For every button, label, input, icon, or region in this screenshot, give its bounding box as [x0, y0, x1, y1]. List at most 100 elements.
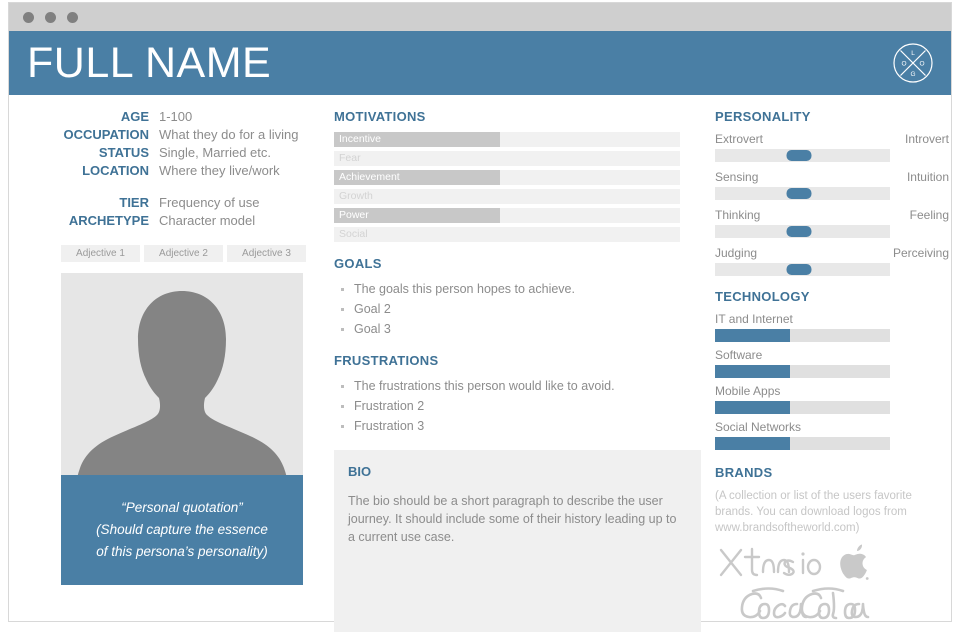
frustrations-list: The frustrations this person would like …: [334, 376, 694, 436]
personality-poles: Sensing Intuition: [715, 170, 949, 184]
attribute-value: What they do for a living: [159, 127, 299, 142]
motivation-label: Achievement: [339, 171, 400, 183]
pole-left-label: Sensing: [715, 170, 759, 184]
persona-name[interactable]: FULL NAME: [27, 41, 271, 85]
adjective-tag[interactable]: Adjective 3: [227, 245, 306, 262]
motivation-bar-incentive[interactable]: Incentive: [334, 132, 680, 147]
slider-track[interactable]: [715, 187, 890, 200]
right-column: PERSONALITY Extrovert Introvert Sensing …: [694, 109, 949, 632]
close-dot[interactable]: [23, 11, 34, 23]
technology-track[interactable]: [715, 329, 890, 342]
motivation-bar-fear[interactable]: Fear: [334, 151, 680, 166]
attribute-label: LOCATION: [82, 163, 149, 178]
quote-line-2: (Should capture the essence: [96, 522, 268, 537]
list-item[interactable]: Goal 2: [334, 299, 694, 319]
goals-section: GOALS The goals this person hopes to ach…: [334, 256, 694, 339]
attribute-label: AGE: [120, 109, 149, 124]
attribute-row-tier[interactable]: TIER Frequency of use: [61, 195, 309, 210]
technology-fill: [715, 437, 791, 450]
frustrations-section: FRUSTRATIONS The frustrations this perso…: [334, 353, 694, 436]
personality-heading: PERSONALITY: [715, 109, 811, 124]
apple-logo-icon: [840, 544, 869, 580]
motivation-label: Social: [339, 228, 368, 240]
personality-section: PERSONALITY Extrovert Introvert Sensing …: [715, 109, 949, 276]
attribute-label: STATUS: [98, 145, 149, 160]
personality-slider-sensing-intuition: Sensing Intuition: [715, 170, 949, 200]
frustrations-heading: FRUSTRATIONS: [334, 353, 439, 368]
personality-slider-thinking-feeling: Thinking Feeling: [715, 208, 949, 238]
attribute-label: OCCUPATION: [63, 127, 149, 142]
list-item[interactable]: Frustration 3: [334, 416, 694, 436]
bio-section[interactable]: BIO The bio should be a short paragraph …: [334, 450, 701, 632]
technology-section: TECHNOLOGY IT and Internet Software Mobi…: [715, 289, 949, 450]
list-item[interactable]: The goals this person hopes to achieve.: [334, 279, 694, 299]
attribute-label: TIER: [119, 195, 149, 210]
logo-placeholder-icon[interactable]: L O O G: [891, 41, 935, 85]
svg-text:O: O: [919, 61, 924, 68]
person-silhouette-icon: [73, 291, 291, 506]
personality-slider-extrovert-introvert: Extrovert Introvert: [715, 132, 949, 162]
attribute-value: Frequency of use: [159, 195, 260, 210]
brand-logo-row: [715, 584, 949, 631]
technology-label: Social Networks: [715, 420, 802, 434]
bio-heading: BIO: [348, 464, 372, 479]
brands-note: (A collection or list of the users favor…: [715, 490, 912, 534]
personality-slider-judging-perceiving: Judging Perceiving: [715, 246, 949, 276]
maximize-dot[interactable]: [67, 11, 78, 23]
technology-track[interactable]: [715, 365, 890, 378]
attribute-row-status[interactable]: STATUS Single, Married etc.: [61, 145, 309, 160]
pole-right-label: Perceiving: [892, 246, 949, 260]
pole-left-label: Judging: [715, 246, 758, 260]
attribute-value: Where they live/work: [159, 163, 280, 178]
browser-window: FULL NAME L O O G AGE 1-100 OCCUPATION W…: [8, 2, 952, 632]
attribute-spacer: [61, 181, 309, 195]
motivation-bar-power[interactable]: Power: [334, 208, 680, 223]
attribute-value: Single, Married etc.: [159, 145, 271, 160]
list-item[interactable]: Frustration 2: [334, 396, 694, 416]
persona-quote: “Personal quotation” (Should capture the…: [61, 475, 303, 585]
slider-knob[interactable]: [786, 150, 812, 161]
attribute-row-archetype[interactable]: ARCHETYPE Character model: [61, 213, 309, 228]
attribute-row-occupation[interactable]: OCCUPATION What they do for a living: [61, 127, 309, 142]
slider-knob[interactable]: [786, 226, 812, 237]
left-column: AGE 1-100 OCCUPATION What they do for a …: [9, 109, 309, 632]
motivation-bar-achievement[interactable]: Achievement: [334, 170, 680, 185]
persona-body: AGE 1-100 OCCUPATION What they do for a …: [9, 95, 951, 632]
list-item[interactable]: The frustrations this person would like …: [334, 376, 694, 396]
minimize-dot[interactable]: [45, 11, 56, 23]
motivation-bar-growth[interactable]: Growth: [334, 189, 680, 204]
avatar[interactable]: “Personal quotation” (Should capture the…: [61, 273, 303, 585]
technology-fill: [715, 329, 791, 342]
technology-bar-software: Software: [715, 348, 949, 378]
motivation-label: Fear: [339, 152, 361, 164]
technology-label: Mobile Apps: [715, 384, 781, 398]
technology-heading: TECHNOLOGY: [715, 289, 810, 304]
slider-track[interactable]: [715, 225, 890, 238]
window-titlebar: [9, 3, 951, 31]
middle-column: MOTIVATIONS Incentive Fear Achievement G…: [309, 109, 701, 632]
attribute-row-location[interactable]: LOCATION Where they live/work: [61, 163, 309, 178]
attribute-row-age[interactable]: AGE 1-100: [61, 109, 309, 124]
technology-track[interactable]: [715, 437, 890, 450]
slider-knob[interactable]: [786, 264, 812, 275]
motivation-bar-social[interactable]: Social: [334, 227, 680, 242]
technology-bar-social-networks: Social Networks: [715, 420, 949, 450]
attribute-list: AGE 1-100 OCCUPATION What they do for a …: [61, 109, 309, 228]
attribute-label: ARCHETYPE: [68, 213, 149, 228]
adjective-tag[interactable]: Adjective 1: [61, 245, 140, 262]
slider-track[interactable]: [715, 149, 890, 162]
pole-right-label: Feeling: [909, 208, 949, 222]
technology-track[interactable]: [715, 401, 890, 414]
brands-section: BRANDS (A collection or list of the user…: [715, 465, 949, 631]
technology-bar-mobile-apps: Mobile Apps: [715, 384, 949, 414]
list-item[interactable]: Goal 3: [334, 319, 694, 339]
pole-right-label: Introvert: [904, 132, 949, 146]
motivations-section: MOTIVATIONS Incentive Fear Achievement G…: [334, 109, 694, 242]
adjective-tag[interactable]: Adjective 2: [144, 245, 223, 262]
bio-text: The bio should be a short paragraph to d…: [348, 494, 677, 544]
slider-track[interactable]: [715, 263, 890, 276]
attribute-value: 1-100: [159, 109, 193, 124]
pole-left-label: Extrovert: [715, 132, 764, 146]
slider-knob[interactable]: [786, 188, 812, 199]
xtensio-logo-icon: [719, 547, 822, 577]
